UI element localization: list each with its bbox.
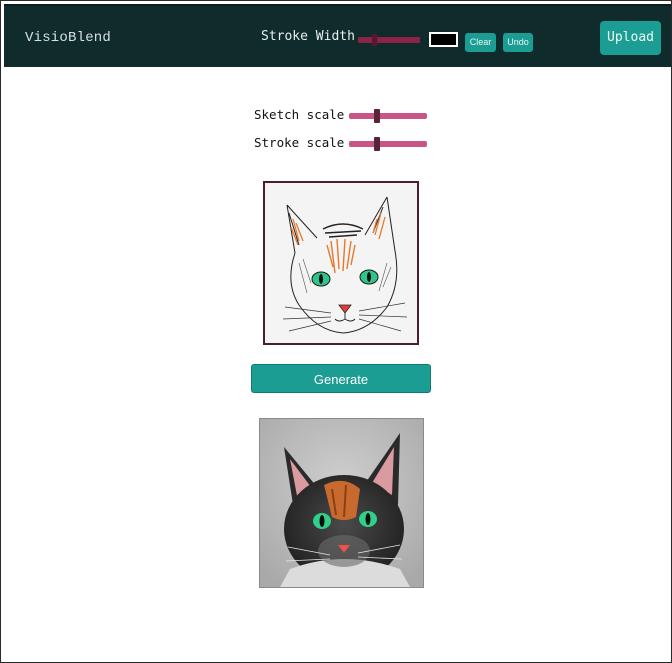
undo-button[interactable]: Undo bbox=[503, 33, 533, 52]
stroke-scale-slider-thumb[interactable] bbox=[374, 137, 380, 151]
stroke-scale-slider[interactable] bbox=[349, 137, 427, 151]
generated-image bbox=[259, 418, 424, 588]
clear-button[interactable]: Clear bbox=[465, 33, 496, 52]
generate-button[interactable]: Generate bbox=[251, 364, 431, 393]
top-bar: VisioBlend Stroke Width Clear Undo Uploa… bbox=[4, 4, 671, 67]
upload-button[interactable]: Upload bbox=[600, 21, 661, 55]
stroke-width-label: Stroke Width bbox=[261, 29, 355, 44]
generated-cat-photo bbox=[260, 419, 423, 587]
app-title: VisioBlend bbox=[25, 30, 112, 46]
stroke-width-slider-thumb[interactable] bbox=[372, 34, 377, 46]
stroke-scale-label: Stroke scale bbox=[254, 135, 345, 150]
sketch-canvas[interactable] bbox=[263, 181, 419, 345]
sketch-scale-label: Sketch scale bbox=[254, 107, 345, 122]
stroke-color-picker[interactable] bbox=[429, 32, 458, 47]
cat-sketch-drawing bbox=[265, 183, 417, 343]
stroke-width-slider[interactable] bbox=[358, 34, 420, 46]
sketch-scale-slider-thumb[interactable] bbox=[374, 109, 380, 123]
app-window: VisioBlend Stroke Width Clear Undo Uploa… bbox=[0, 0, 672, 663]
sketch-scale-slider[interactable] bbox=[349, 109, 427, 123]
